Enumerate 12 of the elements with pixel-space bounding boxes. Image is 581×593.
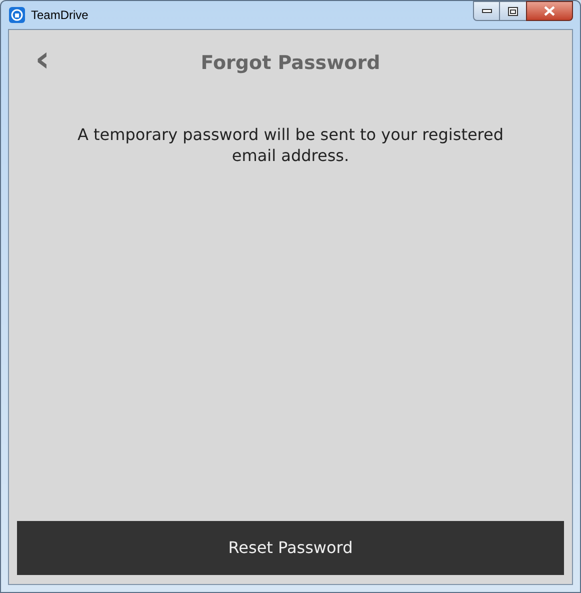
app-icon: [9, 7, 25, 23]
window-title: TeamDrive: [31, 7, 88, 24]
maximize-icon: [508, 6, 518, 16]
page-title: Forgot Password: [200, 50, 380, 76]
close-button[interactable]: [526, 1, 573, 21]
reset-password-button[interactable]: Reset Password: [17, 521, 564, 575]
maximize-button[interactable]: [500, 1, 526, 21]
close-icon: [544, 6, 555, 16]
minimize-button[interactable]: [473, 1, 500, 21]
minimize-icon: [482, 9, 492, 13]
info-text: A temporary password will be sent to your registered email address.: [76, 124, 505, 166]
back-button[interactable]: ‹: [35, 42, 50, 78]
